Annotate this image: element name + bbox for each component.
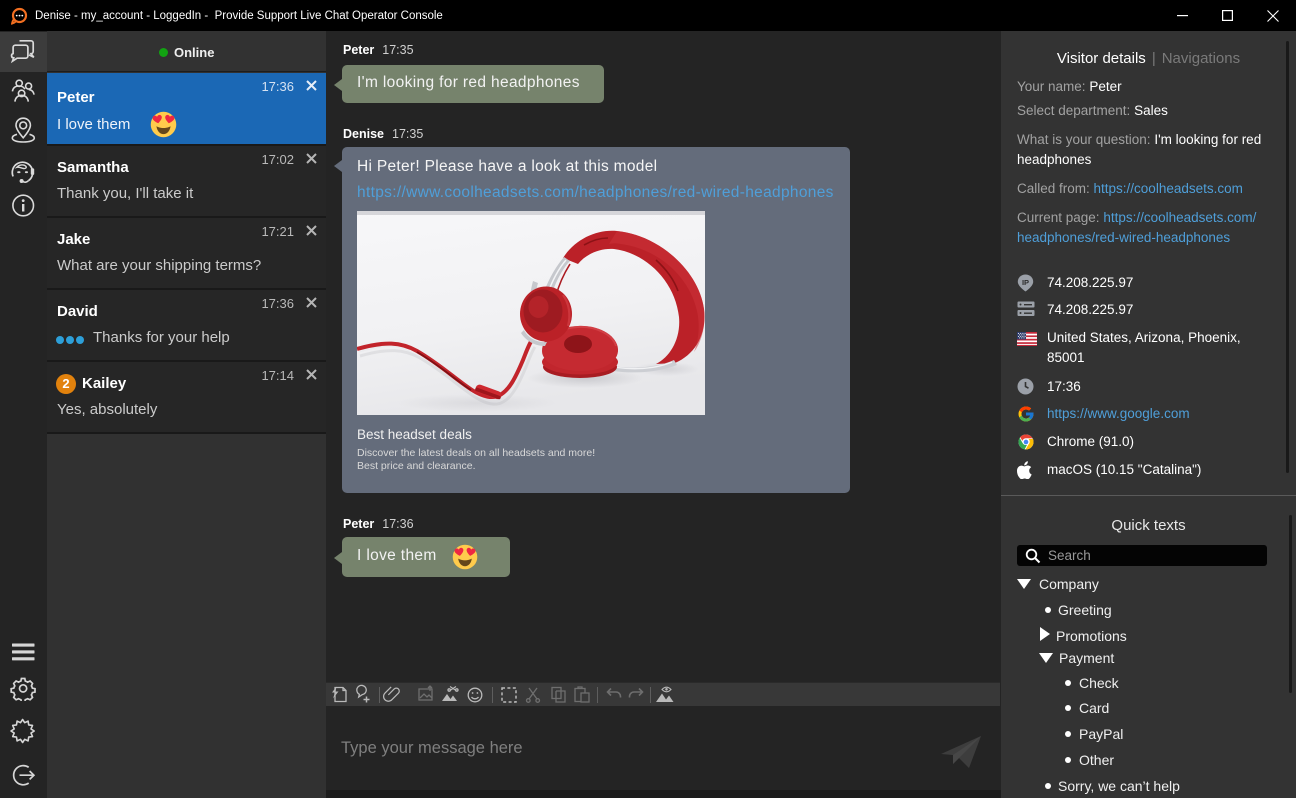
- svg-text:IP: IP: [1022, 278, 1029, 287]
